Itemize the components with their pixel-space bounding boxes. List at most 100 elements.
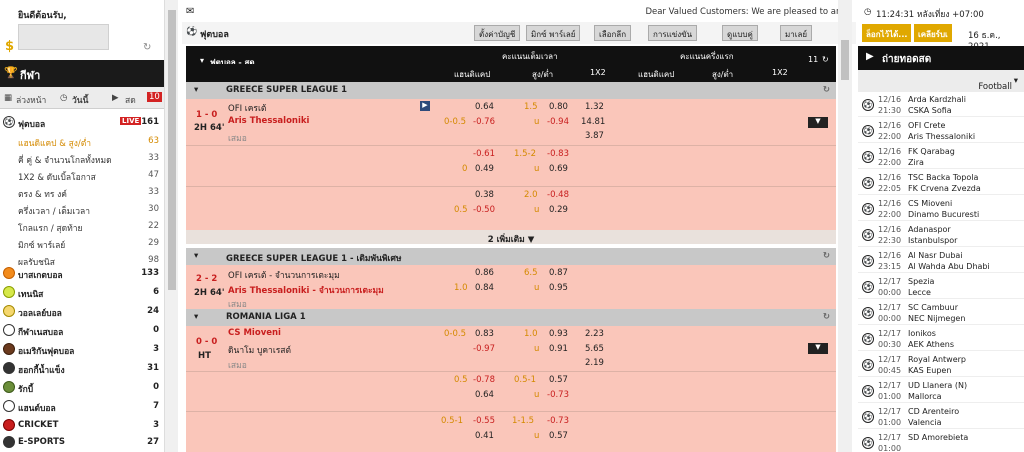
odds-over[interactable]: 0.93 [549,329,568,339]
league-header[interactable]: ▾ GREECE SUPER LEAGUE 1 ↻ [186,82,836,99]
view-pair-button[interactable]: ดูแบบคู่ [722,25,758,41]
collapse-icon[interactable]: ▾ [194,251,198,261]
sub-item[interactable]: มิกซ์ พาร์เลย์ 29 [0,235,164,252]
more-button[interactable]: 2 เพิ่มเติม ▼ [186,230,836,245]
sidebar-item-volleyball[interactable]: วอลเลย์บอล 24 [0,302,164,321]
odds-1x2-draw[interactable]: 2.19 [585,358,604,368]
odds-handicap-home[interactable]: 0.83 [475,329,494,339]
sidebar-item-handball[interactable]: แฮนด์บอล 7 [0,397,164,416]
odds-under[interactable]: 0.57 [549,431,568,441]
expand-button[interactable]: ▼ [808,117,828,128]
odds-1x2-away[interactable]: 5.65 [585,344,604,354]
live-match[interactable]: ⚽ 12/16 22:05 TSC Backa Topola FK Crvena Zve… [858,171,1024,195]
odds-over[interactable]: -0.83 [547,149,569,159]
league-header[interactable]: ▾ ROMANIA LIGA 1 ↻ [186,309,836,326]
live-match[interactable]: ⚽ 12/17 00:00 Spezia Lecce [858,275,1024,299]
sport-select[interactable]: Football ▾ [858,70,1024,92]
live-match[interactable]: ⚽ 12/17 00:30 Ionikos AEK Athens [858,327,1024,351]
main-scrollbar[interactable] [838,0,852,452]
odds-handicap-away[interactable]: -0.76 [473,117,495,127]
odds-handicap-away[interactable]: -0.97 [473,344,495,354]
odds-over[interactable]: 0.57 [549,375,568,385]
odds-over[interactable]: 0.80 [549,102,568,112]
live-match[interactable]: ⚽ 12/16 23:15 Al Nasr Dubai Al Wahda Abu Dha… [858,249,1024,273]
live-match[interactable]: ⚽ 12/16 22:00 OFI Crete Aris Thessaloniki [858,119,1024,143]
odds-handicap-home[interactable]: 0.38 [475,190,494,200]
odds-1x2-home[interactable]: 2.23 [585,329,604,339]
sidebar-item-basketball[interactable]: บาสเกตบอล 133 [0,264,164,283]
odds-handicap-home[interactable]: 0.86 [475,268,494,278]
refresh-icon[interactable]: ↻ [143,42,151,53]
live-match[interactable]: ⚽ 12/17 01:00 CD Arenteiro Valencia [858,405,1024,429]
odds-under[interactable]: 0.29 [549,205,568,215]
live-match[interactable]: ⚽ 12/16 22:30 Adanaspor Istanbulspor [858,223,1024,247]
tab-live[interactable]: สด [125,93,136,107]
odds-under[interactable]: 0.91 [549,344,568,354]
odds-format-button[interactable]: มาเลย์ [780,25,813,41]
refresh-icon[interactable]: ↻ [822,55,829,64]
scroll-thumb[interactable] [168,10,176,290]
odds-handicap-away[interactable]: 0.64 [475,390,494,400]
odds-1x2-home[interactable]: 1.32 [585,102,604,112]
odds-handicap-away[interactable]: 0.41 [475,431,494,441]
home-team: Ionikos [908,329,936,338]
live-match[interactable]: ⚽ 12/17 00:00 SC Cambuur NEC Nijmegen [858,301,1024,325]
league-header[interactable]: ▾ GREECE SUPER LEAGUE 1 - เดิมพันพิเศษ ↻ [186,248,836,265]
odds-under[interactable]: -0.73 [547,390,569,400]
odds-handicap-home[interactable]: -0.78 [473,375,495,385]
left-scrollbar[interactable] [164,0,178,452]
live-match[interactable]: ⚽ 12/16 21:30 Arda Kardzhali CSKA Sofia [858,93,1024,117]
home-team: Royal Antwerp [908,355,967,364]
select-league-button[interactable]: เลือกลีก [594,25,632,41]
sidebar-item-esports[interactable]: E-SPORTS 27 [0,433,164,452]
odds-handicap-home[interactable]: 0.64 [475,102,494,112]
tab-early[interactable]: ล่วงหน้า [16,93,46,107]
expand-button[interactable]: ▼ [808,343,828,354]
sub-item[interactable]: แฮนดิแคป & สูง/ต่ำ 63 [0,133,164,150]
sidebar-item-count: 31 [147,363,159,373]
odds-1x2-draw[interactable]: 3.87 [585,131,604,141]
sidebar-item-rugby[interactable]: รักบี้ 0 [0,378,164,397]
odds-under[interactable]: 0.69 [549,164,568,174]
live-match[interactable]: ⚽ 12/16 22:00 CS Mioveni Dinamo Bucuresti [858,197,1024,221]
sub-item[interactable]: คี่ คู่ & จำนวนโกลทั้งหมด 33 [0,150,164,167]
refresh-icon[interactable]: ↻ [823,251,830,261]
mix-parlay-button[interactable]: มิกซ์ พาร์เลย์ [526,25,581,41]
sub-item[interactable]: โกลแรก / สุดท้าย 22 [0,218,164,235]
odds-handicap-away[interactable]: 0.49 [475,164,494,174]
live-match[interactable]: ⚽ 12/17 01:00 UD Llanera (N) Mallorca [858,379,1024,403]
match-sort-button[interactable]: การแข่งขัน [648,25,698,41]
sidebar-item-tennis[interactable]: เทนนิส 6 [0,283,164,302]
sidebar-item-american-football[interactable]: อเมริกันฟุตบอล 3 [0,340,164,359]
odds-1x2-away[interactable]: 14.81 [581,117,605,127]
sub-item[interactable]: ครึ่งเวลา / เต็มเวลา 30 [0,201,164,218]
live-match[interactable]: ⚽ 12/17 00:45 Royal Antwerp KAS Eupen [858,353,1024,377]
live-match[interactable]: ⚽ 12/16 22:00 FK Qarabag Zira [858,145,1024,169]
odds-handicap-home[interactable]: -0.55 [473,416,495,426]
clear-button[interactable]: เคลียร์บเ [914,24,952,42]
refresh-icon[interactable]: ↻ [823,85,830,95]
stream-icon[interactable]: ▶ [420,101,430,111]
sub-item[interactable]: ตรง & ทร งค์ 33 [0,184,164,201]
collapse-icon[interactable]: ▾ [194,85,198,95]
odds-handicap-home[interactable]: -0.61 [473,149,495,159]
odds-handicap-away[interactable]: -0.50 [473,205,495,215]
odds-under[interactable]: -0.94 [547,117,569,127]
mail-icon[interactable]: ✉ [186,6,194,17]
refresh-icon[interactable]: ↻ [823,312,830,322]
lock-button[interactable]: ล็อกไว้ได้... [862,24,912,42]
odds-handicap-away[interactable]: 0.84 [475,283,494,293]
tab-today[interactable]: วันนี้ [72,93,88,107]
collapse-icon[interactable]: ▾ [194,312,198,322]
odds-over[interactable]: 0.87 [549,268,568,278]
account-settings-button[interactable]: ตั้งค่าบัญชี [474,25,521,41]
sidebar-item-football[interactable]: ⚽ ฟุตบอล LIVE 161 [0,113,164,132]
odds-over[interactable]: -0.73 [547,416,569,426]
odds-over[interactable]: -0.48 [547,190,569,200]
sidebar-item-baseball[interactable]: กีฬาเนสบอล 0 [0,321,164,340]
live-match[interactable]: ⚽ 12/17 01:00 SD Amorebieta [858,431,1024,452]
scroll-thumb[interactable] [841,40,849,80]
odds-under[interactable]: 0.95 [549,283,568,293]
sub-item[interactable]: 1X2 & ดับเบิ้ลโอกาส 47 [0,167,164,184]
sidebar-item-ice-hockey[interactable]: ฮอกกี้น้ำแข็ง 31 [0,359,164,378]
